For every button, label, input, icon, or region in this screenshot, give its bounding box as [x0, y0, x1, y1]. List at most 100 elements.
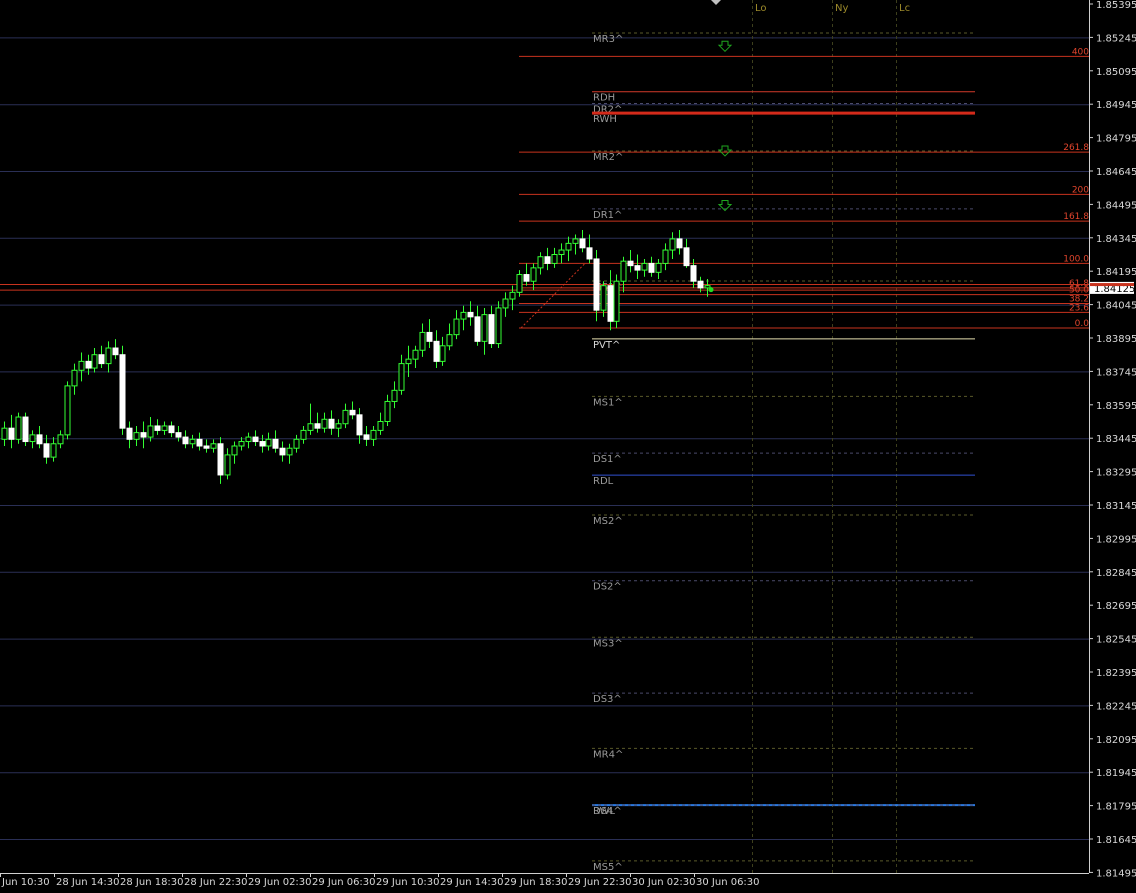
candle-body	[307, 423, 314, 431]
price-tick-label: 1.83745	[1096, 367, 1136, 378]
candle-body	[36, 434, 43, 445]
price-tick-label: 1.83295	[1096, 468, 1136, 479]
candle-body	[537, 256, 544, 269]
fib-level-label: 100.0	[1063, 254, 1089, 264]
fib-level-label: 23.6	[1069, 303, 1089, 313]
candle-body	[203, 445, 210, 449]
candle-body	[648, 262, 655, 273]
candle-body	[641, 262, 648, 271]
candle-body	[272, 438, 279, 449]
candle-body	[676, 238, 683, 249]
price-chart[interactable]: LoNyLc MR3^RDHDR2^RWHMR2^DR1^MS1^PVT^MS1…	[0, 0, 1136, 893]
candle-body	[384, 400, 391, 422]
pivot-level-label: PVT^	[593, 340, 620, 351]
price-tick-label: 1.83595	[1096, 401, 1136, 412]
candle-body	[391, 389, 398, 402]
pivot-level-label: DS3^	[593, 694, 622, 705]
candle-body	[704, 285, 711, 289]
candle-body	[551, 254, 558, 264]
candle-body	[105, 347, 112, 365]
candle-body	[64, 385, 71, 436]
price-tick-label: 1.84645	[1096, 167, 1136, 178]
candle-body	[91, 354, 98, 369]
time-tick-label: 30 Jun 02:30	[632, 877, 696, 888]
candle-body	[600, 285, 607, 311]
time-tick-label: 29 Jun 22:30	[568, 877, 632, 888]
candle-body	[279, 447, 286, 456]
candle-body	[439, 345, 446, 362]
candle-body	[488, 314, 495, 345]
current-price-dot	[708, 287, 714, 293]
candle-body	[335, 423, 342, 429]
candle-body	[572, 238, 579, 244]
time-tick-label: 30 Jun 06:30	[696, 877, 760, 888]
fib-level-label: 200	[1072, 185, 1089, 195]
candle-body	[690, 265, 697, 282]
candle-body	[349, 409, 356, 416]
pivot-level-label: MS1^	[593, 397, 623, 408]
candle-body	[300, 429, 307, 440]
price-tick-label: 1.84195	[1096, 267, 1136, 278]
candle-body	[78, 360, 85, 371]
down-arrow-icon	[717, 40, 733, 53]
candle-body	[627, 260, 634, 267]
session-label: Ny	[835, 3, 848, 14]
fib-level-label: 161.8	[1063, 212, 1089, 222]
candle-body	[112, 347, 119, 356]
fib-axis-marker	[1090, 283, 1134, 287]
candle-body	[168, 425, 175, 434]
candles	[1, 230, 711, 484]
price-axis: 1.85395 1.85245 1.85095 1.84945 1.84795 1.846…	[1089, 0, 1136, 879]
price-tick-label: 1.83445	[1096, 434, 1136, 445]
pivot-level-label: MR2^	[593, 152, 623, 163]
candle-body	[293, 438, 300, 449]
time-axis: Jun 10:30 28 Jun 14:30 28 Jun 18:30 28 Jun …	[0, 873, 1089, 888]
candle-body	[286, 447, 293, 456]
pivot-level-label: MR3^	[593, 34, 623, 45]
candle-body	[565, 242, 572, 251]
candle-body	[370, 429, 377, 440]
pivot-level-label: MS5^	[593, 862, 623, 873]
price-tick-label: 1.84045	[1096, 301, 1136, 312]
candle-body	[265, 438, 272, 447]
candle-body	[377, 421, 384, 431]
pivot-level-label: MS2^	[593, 516, 623, 527]
time-tick-label: 29 Jun 18:30	[504, 877, 568, 888]
price-tick-label: 1.82845	[1096, 568, 1136, 579]
candle-body	[467, 311, 474, 318]
candle-body	[446, 334, 453, 347]
time-tick-label: 28 Jun 18:30	[120, 877, 184, 888]
time-tick-label: 28 Jun 22:30	[184, 877, 248, 888]
grid-lines	[0, 37, 1089, 840]
price-tick-label: 1.81795	[1096, 802, 1136, 813]
candle-body	[231, 445, 238, 456]
candle-body	[133, 432, 140, 440]
candle-body	[126, 427, 133, 440]
candle-body	[245, 436, 252, 443]
candle-body	[453, 318, 460, 336]
session-label: Lc	[899, 3, 910, 14]
candle-body	[140, 432, 147, 438]
candle-body	[634, 265, 641, 271]
fibonacci-levels: 400261.8200161.8100.061.850.038.223.60.0	[0, 47, 1089, 329]
time-tick-label: 29 Jun 10:30	[376, 877, 440, 888]
candle-body	[620, 260, 627, 282]
candle-body	[210, 443, 217, 449]
candle-body	[530, 267, 537, 282]
candle-body	[85, 360, 92, 369]
price-tick-label: 1.82245	[1096, 701, 1136, 712]
candle-body	[161, 425, 168, 431]
pivot-level-label: RDL	[593, 476, 614, 487]
candle-body	[544, 256, 551, 264]
time-tick-label: 29 Jun 14:30	[440, 877, 504, 888]
candle-body	[29, 434, 36, 443]
price-tick-label: 1.85395	[1096, 0, 1136, 11]
candle-body	[662, 249, 669, 264]
candle-body	[119, 354, 126, 429]
price-tick-label: 1.82695	[1096, 601, 1136, 612]
fib-level-label: 261.8	[1063, 143, 1089, 153]
candle-body	[175, 432, 182, 438]
candle-body	[71, 369, 78, 387]
pivot-level-label: DS4^	[593, 806, 622, 817]
pivot-levels: MR3^RDHDR2^RWHMR2^DR1^MS1^PVT^MS1^DS1^RD…	[592, 32, 975, 873]
